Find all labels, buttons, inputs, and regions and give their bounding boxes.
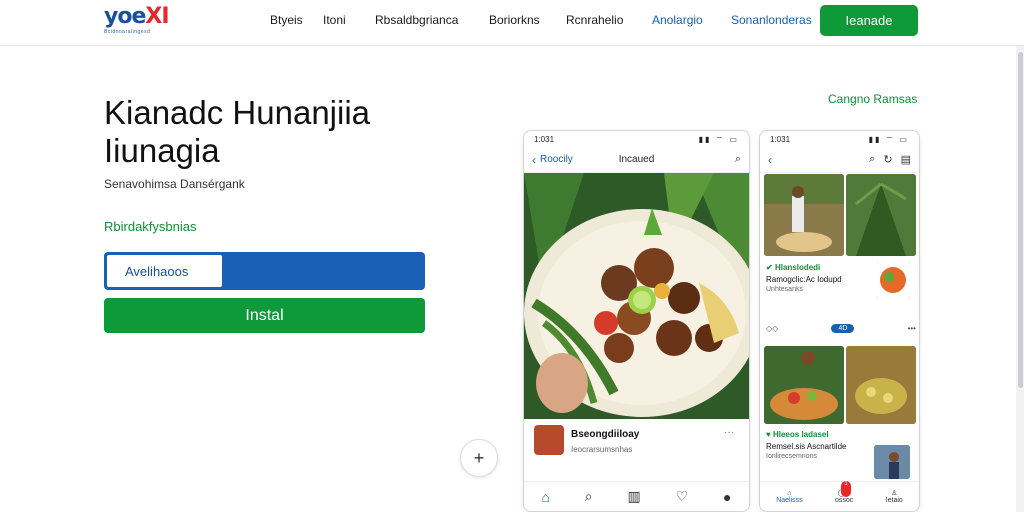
card-1-thumbnail — [876, 261, 910, 299]
card-2-badge: ♥ Hleeos ladasel — [766, 430, 829, 439]
search-icon[interactable]: ⌕ — [869, 153, 875, 166]
tab-profile-label: Ietaio — [885, 497, 903, 504]
card-2-thumbnail-illustration — [874, 445, 910, 479]
nav-link-4[interactable]: Boriorkns — [489, 13, 566, 27]
gallery-photo-4[interactable] — [846, 346, 916, 424]
brand-logo[interactable]: yoeXI Bcidnoaralingesd — [104, 6, 184, 36]
tab-messages[interactable]: ◯1ossoc — [835, 481, 854, 504]
status-icons: ▮▮ ⌔ ▭ — [698, 135, 739, 144]
add-button[interactable]: + — [460, 439, 498, 477]
tab-home[interactable]: ⌂ Naelisss — [776, 490, 802, 504]
gallery-photo-3-illustration — [764, 346, 844, 424]
header-cta-button[interactable]: Ieanade — [820, 5, 918, 36]
back-icon[interactable]: ‹ — [768, 153, 772, 167]
tab-profile[interactable]: ♙ Ietaio — [886, 489, 903, 504]
status-icons: ▮▮ ⌔ ▭ — [868, 135, 909, 144]
availability-label[interactable]: Avelihaoos — [107, 255, 222, 287]
back-icon[interactable]: ‹ — [532, 153, 536, 167]
gallery-photo-2-illustration — [846, 174, 916, 256]
home-icon: ⌂ — [787, 489, 792, 497]
bottom-tab-bar: ⌂Naelisss ◯1ossoc ♙Ietaio — [760, 481, 919, 511]
nav-link-1[interactable]: Btyeis — [270, 13, 323, 27]
nav-link-7[interactable]: Sonanlonderas — [731, 13, 812, 27]
availability-bar[interactable]: Avelihaoos — [104, 252, 425, 290]
app-bar: ‹ Roocily Incaued ⌕ — [524, 147, 749, 173]
phone-mockup-gallery: 1:031 ▮▮ ⌔ ▭ ‹ ⌕ ↻ ▤ ✔ Hlanslodedi Ramogcl… — [759, 130, 920, 512]
page-scrollbar-thumb[interactable] — [1018, 52, 1023, 388]
more-icon[interactable]: ••• — [908, 324, 916, 333]
back-label[interactable]: Roocily — [540, 154, 573, 165]
tab-messages-label: ossoc — [835, 497, 854, 504]
status-bar: 1:031 ▮▮ ⌔ ▭ — [760, 131, 919, 147]
app-bar: ‹ ⌕ ↻ ▤ — [760, 147, 919, 173]
gallery-photo-2[interactable] — [846, 174, 916, 256]
hero-link[interactable]: Rbirdakfysbnias — [104, 219, 197, 234]
logo-wordmark: yoeXI — [104, 6, 184, 28]
logo-tagline: Bcidnoaralingesd — [104, 29, 151, 35]
comment-icon[interactable]: ◇◇ — [766, 324, 778, 333]
secondary-link[interactable]: Cangno Ramsas — [828, 92, 917, 106]
hero-title: Kianadc Hunanjiia Iiunagia — [104, 94, 371, 169]
post-meta: Ieocrarsumsnhas — [571, 445, 633, 454]
card-1-thumbnail-illustration — [876, 261, 910, 299]
main-nav: Btyeis Itoni Rbsaldbgrianca Boriorkns Rc… — [270, 13, 812, 27]
food-photo — [524, 173, 749, 419]
card-1-actions: ◇◇ 4D ••• — [766, 324, 916, 333]
gallery-photo-3[interactable] — [764, 346, 844, 424]
status-time: 1:031 — [534, 135, 555, 144]
phone-mockup-feed: 1:031 ▮▮ ⌔ ▭ ‹ Roocily Incaued ⌕ Bseongd… — [523, 130, 750, 512]
logo-main-text: yoe — [104, 4, 146, 29]
gallery-photo-4-illustration — [846, 346, 916, 424]
food-photo-illustration — [524, 173, 749, 419]
bottom-tab-bar: ⌂ ⌕ ▥ ♡ ● — [524, 481, 749, 511]
nav-link-5[interactable]: Rcnrahelio — [566, 13, 652, 27]
filter-icon[interactable]: ▤ — [901, 153, 911, 166]
plus-icon: + — [473, 447, 485, 468]
more-icon[interactable]: ··· — [724, 427, 734, 438]
status-time: 1:031 — [770, 135, 791, 144]
nav-link-2[interactable]: Itoni — [323, 13, 375, 27]
logo-accent-text: XI — [145, 4, 169, 29]
card-2-thumbnail — [874, 445, 910, 479]
hero-subtitle: Senavohimsa Dansérgank — [104, 177, 245, 191]
gallery-photo-1[interactable] — [764, 174, 844, 256]
search-icon[interactable]: ⌕ — [585, 488, 593, 505]
card-1-badge-label: Hlanslodedi — [774, 263, 821, 272]
post-thumbnail — [534, 425, 564, 455]
install-button[interactable]: Instal — [104, 298, 425, 333]
profile-icon: ♙ — [891, 490, 898, 497]
action-pill[interactable]: 4D — [831, 324, 855, 333]
status-bar: 1:031 ▮▮ ⌔ ▭ — [524, 131, 749, 147]
profile-icon[interactable]: ● — [723, 489, 731, 505]
gallery-photo-1-illustration — [764, 174, 844, 256]
refresh-icon[interactable]: ↻ — [883, 153, 892, 166]
home-icon[interactable]: ⌂ — [541, 489, 549, 505]
post-title: Bseongdiiloay — [571, 429, 640, 440]
tab-home-label: Naelisss — [776, 496, 803, 504]
search-icon[interactable]: ⌕ — [735, 153, 741, 166]
nav-link-3[interactable]: Rbsaldbgrianca — [375, 13, 489, 27]
heart-icon[interactable]: ♡ — [676, 488, 689, 505]
notification-badge: 1 — [841, 481, 851, 497]
library-icon[interactable]: ▥ — [628, 488, 641, 505]
card-2-badge-label: Hleeos ladasel — [772, 430, 829, 439]
top-navigation-bar: yoeXI Bcidnoaralingesd Btyeis Itoni Rbsa… — [0, 0, 1024, 46]
nav-link-6[interactable]: Anolargio — [652, 13, 731, 27]
